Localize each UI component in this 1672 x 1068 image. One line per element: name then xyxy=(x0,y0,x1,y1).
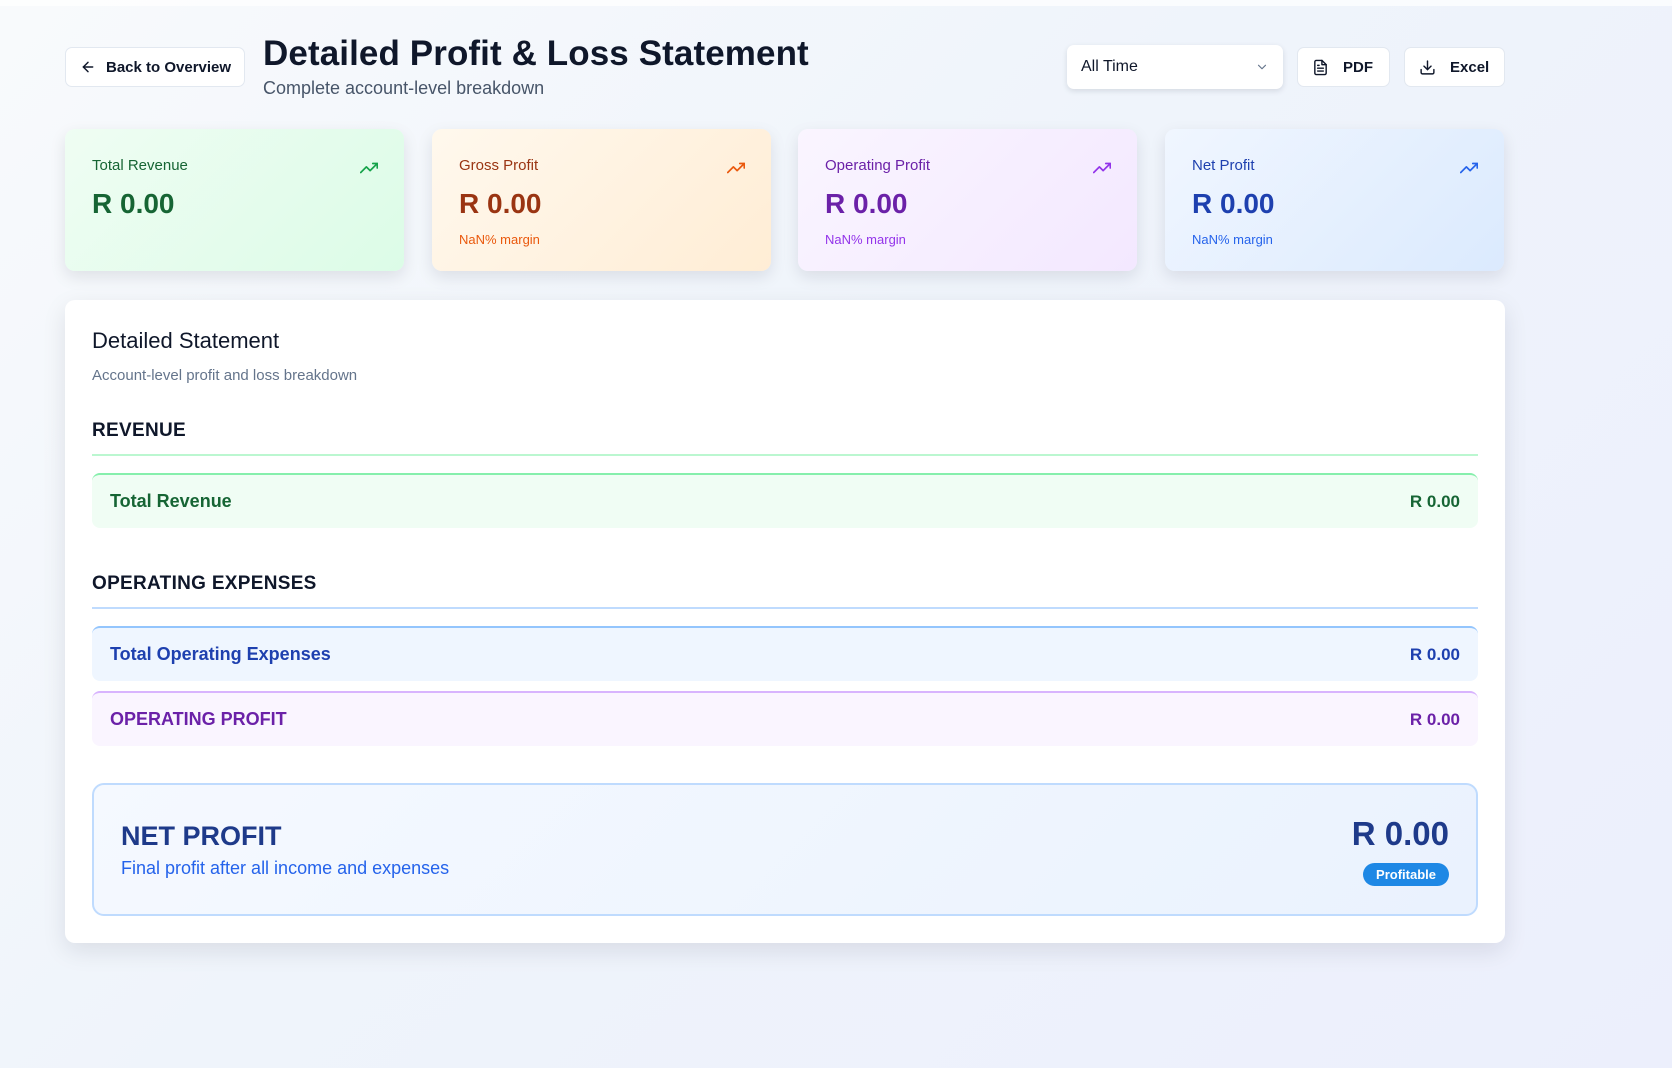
total-operating-expenses-value: R 0.00 xyxy=(1409,644,1460,664)
trending-up-icon xyxy=(1460,162,1478,174)
net-profit-value: R 0.00 xyxy=(1351,815,1449,852)
operating-profit-row-value: R 0.00 xyxy=(1409,709,1460,729)
page-subtitle: Complete account-level breakdown xyxy=(263,78,545,98)
trending-up-icon xyxy=(360,162,378,174)
operating-profit-margin: NaN% margin xyxy=(825,232,906,247)
profitable-badge: Profitable xyxy=(1363,863,1449,886)
period-select-value: All Time xyxy=(1081,58,1138,75)
chevron-down-icon xyxy=(1257,64,1267,70)
total-revenue-card-value: R 0.00 xyxy=(92,188,175,219)
total-revenue-row: Total Revenue R 0.00 xyxy=(92,473,1478,528)
export-excel-label: Excel xyxy=(1450,58,1490,76)
total-operating-expenses-row: Total Operating Expenses R 0.00 xyxy=(92,626,1478,681)
total-revenue-row-value: R 0.00 xyxy=(1409,491,1460,511)
detailed-statement-panel: Detailed Statement Account-level profit … xyxy=(65,300,1505,943)
statement-description: Account-level profit and loss breakdown xyxy=(92,367,358,384)
export-pdf-label: PDF xyxy=(1343,58,1373,76)
operating-profit-row-label: OPERATING PROFIT xyxy=(110,709,287,729)
trending-up-icon xyxy=(727,162,745,174)
top-highlight xyxy=(0,0,1672,6)
net-profit-title: NET PROFIT xyxy=(121,821,282,851)
period-select[interactable]: All Time xyxy=(1067,45,1283,89)
net-profit-card-label: Net Profit xyxy=(1192,157,1255,174)
net-profit-card-value: R 0.00 xyxy=(1192,188,1275,219)
net-profit-summary: NET PROFIT Final profit after all income… xyxy=(92,783,1478,916)
gross-profit-margin: NaN% margin xyxy=(459,232,540,247)
total-revenue-card: Total Revenue R 0.00 xyxy=(65,129,404,271)
net-profit-description: Final profit after all income and expens… xyxy=(121,858,450,878)
operating-profit-card-value: R 0.00 xyxy=(825,188,908,219)
gross-profit-card-value: R 0.00 xyxy=(459,188,542,219)
back-to-overview-button[interactable]: Back to Overview xyxy=(65,47,245,87)
download-icon xyxy=(1420,59,1435,75)
gross-profit-card: Gross Profit R 0.00 NaN% margin xyxy=(432,129,771,271)
arrow-left-icon xyxy=(82,61,94,73)
total-operating-expenses-label: Total Operating Expenses xyxy=(110,644,331,664)
total-revenue-row-label: Total Revenue xyxy=(110,491,232,511)
operating-profit-card-label: Operating Profit xyxy=(825,157,931,174)
net-profit-card: Net Profit R 0.00 NaN% margin xyxy=(1165,129,1504,271)
back-to-overview-label: Back to Overview xyxy=(106,58,232,76)
statement-title: Detailed Statement xyxy=(92,328,280,353)
operating-profit-card: Operating Profit R 0.00 NaN% margin xyxy=(798,129,1137,271)
export-pdf-button[interactable]: PDF xyxy=(1297,47,1390,87)
revenue-section-heading: REVENUE xyxy=(92,420,1478,456)
export-excel-button[interactable]: Excel xyxy=(1404,47,1505,87)
total-revenue-card-label: Total Revenue xyxy=(92,157,188,174)
net-profit-margin: NaN% margin xyxy=(1192,232,1273,247)
gross-profit-card-label: Gross Profit xyxy=(459,157,539,174)
file-text-icon xyxy=(1314,59,1327,75)
operating-profit-row: OPERATING PROFIT R 0.00 xyxy=(92,691,1478,746)
trending-up-icon xyxy=(1093,162,1111,174)
page-title: Detailed Profit & Loss Statement xyxy=(263,34,809,73)
operating-expenses-section-heading: OPERATING EXPENSES xyxy=(92,573,1478,609)
